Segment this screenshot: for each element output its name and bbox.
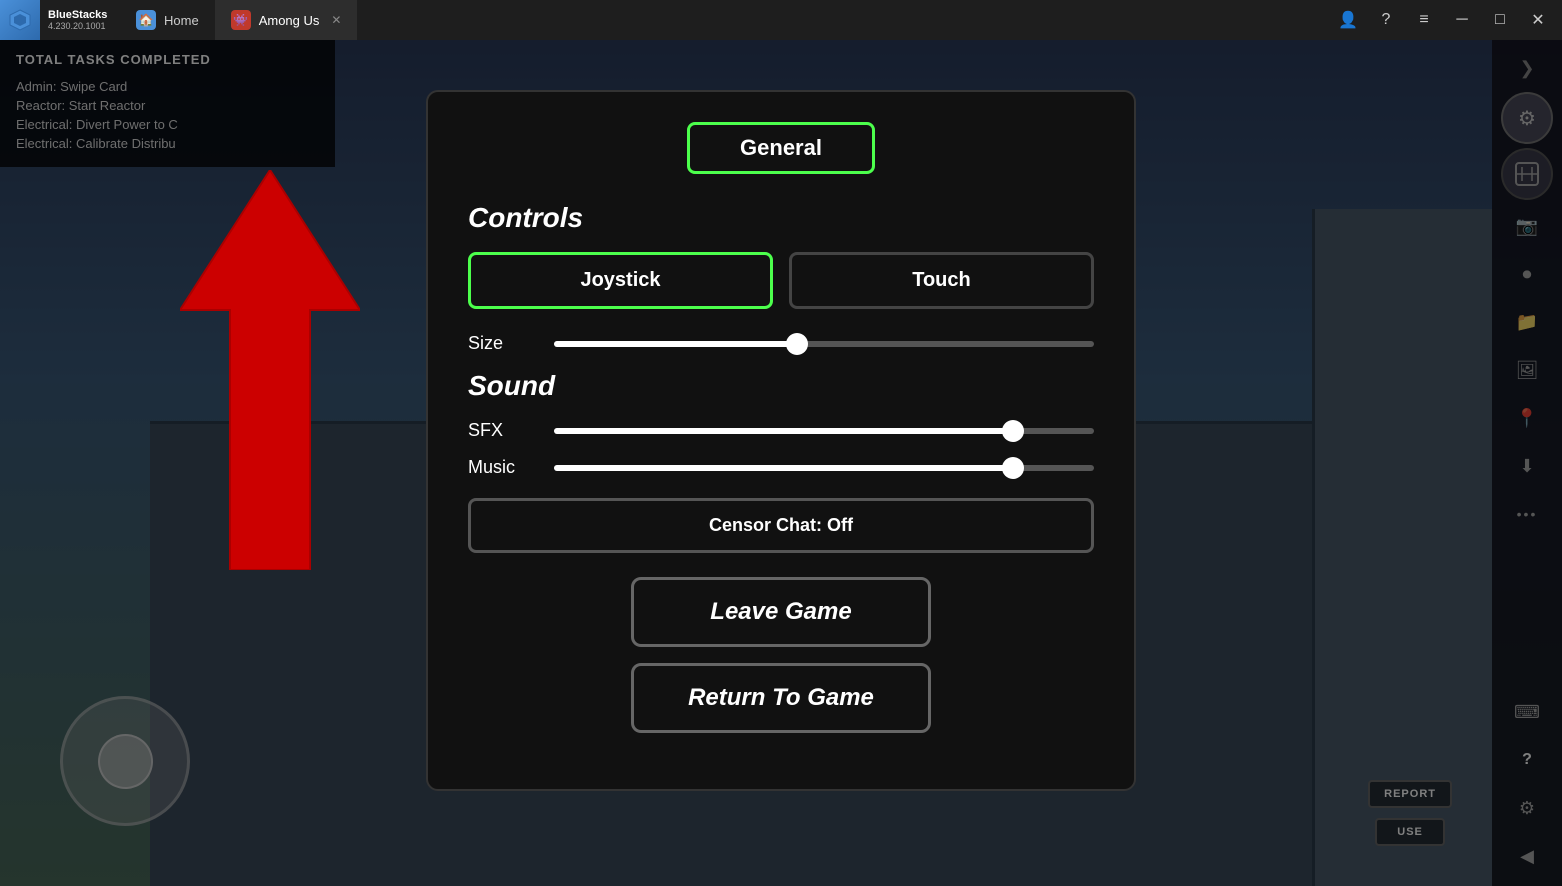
size-slider-fill [554, 341, 797, 347]
tab-close-icon[interactable]: ✕ [331, 13, 341, 27]
controls-section-title: Controls [468, 202, 1094, 234]
close-button[interactable]: ✕ [1522, 4, 1554, 36]
tab-home[interactable]: 🏠 Home [120, 0, 215, 40]
sfx-slider-thumb[interactable] [1002, 420, 1024, 442]
leave-game-button[interactable]: Leave Game [631, 577, 931, 647]
size-slider-track[interactable] [554, 341, 1094, 347]
home-tab-icon: 🏠 [136, 10, 156, 30]
tab-among-us[interactable]: 👾 Among Us ✕ [215, 0, 358, 40]
sfx-slider-fill [554, 428, 1013, 434]
title-bar-controls: 👤 ? ≡ ─ □ ✕ [1332, 4, 1562, 36]
sfx-label: SFX [468, 420, 538, 441]
music-slider-track[interactable] [554, 465, 1094, 471]
app-version: 4.230.20.1001 [48, 21, 112, 31]
controls-row: Joystick Touch [468, 252, 1094, 309]
app-name: BlueStacks [48, 9, 112, 21]
among-us-tab-icon: 👾 [231, 10, 251, 30]
size-slider-row: Size [468, 333, 1094, 354]
game-background: TOTAL TASKS COMPLETED Admin: Swipe Card … [0, 40, 1562, 886]
censor-toggle-container: Censor Chat: Off [468, 498, 1094, 553]
settings-modal: General Controls Joystick Touch Size Sou… [426, 90, 1136, 791]
return-to-game-button[interactable]: Return To Game [631, 663, 931, 733]
size-slider-thumb[interactable] [786, 333, 808, 355]
music-label: Music [468, 457, 538, 478]
tab-general[interactable]: General [687, 122, 875, 174]
title-bar-left: BlueStacks 4.230.20.1001 🏠 Home 👾 Among … [0, 0, 1332, 40]
app-info: BlueStacks 4.230.20.1001 [40, 9, 120, 31]
bluestacks-logo [0, 0, 40, 40]
profile-button[interactable]: 👤 [1332, 4, 1364, 36]
touch-button[interactable]: Touch [789, 252, 1094, 309]
minimize-button[interactable]: ─ [1446, 4, 1478, 36]
modal-tab-row: General [468, 122, 1094, 174]
leave-game-container: Leave Game [468, 577, 1094, 647]
censor-chat-button[interactable]: Censor Chat: Off [468, 498, 1094, 553]
maximize-button[interactable]: □ [1484, 4, 1516, 36]
sfx-slider-track[interactable] [554, 428, 1094, 434]
help-button[interactable]: ? [1370, 4, 1402, 36]
return-game-container: Return To Game [468, 663, 1094, 733]
music-slider-thumb[interactable] [1002, 457, 1024, 479]
music-slider-fill [554, 465, 1013, 471]
music-slider-row: Music [468, 457, 1094, 478]
title-bar: BlueStacks 4.230.20.1001 🏠 Home 👾 Among … [0, 0, 1562, 40]
sound-section-title: Sound [468, 370, 1094, 402]
menu-button[interactable]: ≡ [1408, 4, 1440, 36]
among-us-tab-label: Among Us [259, 13, 320, 28]
sfx-slider-row: SFX [468, 420, 1094, 441]
joystick-button[interactable]: Joystick [468, 252, 773, 309]
home-tab-label: Home [164, 13, 199, 28]
size-label: Size [468, 333, 538, 354]
